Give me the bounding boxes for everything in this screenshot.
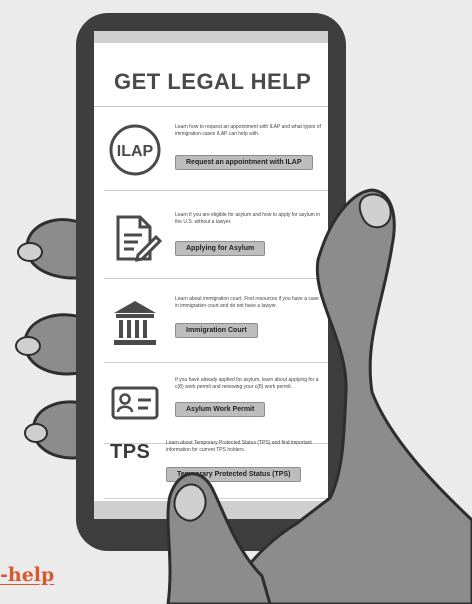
ilap-logo-text: ILAP: [117, 143, 154, 160]
document-pencil-icon: [116, 215, 162, 262]
item-description: Learn how to request an appointment with…: [175, 124, 321, 137]
list-item-asylum: Learn if you are eligible for asylum and…: [94, 199, 328, 279]
request-appointment-button[interactable]: Request an appointment with ILAP: [175, 155, 313, 170]
left-nail-top: [17, 242, 43, 262]
item-description: Learn about immigration court. Find reso…: [175, 296, 319, 309]
item-description: If you have already applied for asylum, …: [175, 377, 319, 390]
item-divider: [104, 190, 328, 191]
item-divider: [104, 498, 328, 499]
list-item-tps: TPS Learn about Temporary Protected Stat…: [94, 427, 328, 507]
immigration-court-button[interactable]: Immigration Court: [175, 323, 258, 338]
left-nail-middle: [15, 336, 41, 356]
illustration: n -help GET LEGAL HELP ILAP Learn how to…: [0, 0, 472, 604]
item-divider: [104, 278, 328, 279]
ilap-logo-icon: ILAP: [109, 124, 161, 176]
asylum-work-permit-button[interactable]: Asylum Work Permit: [175, 402, 266, 417]
page-title: GET LEGAL HELP: [114, 69, 312, 94]
phone-screen: GET LEGAL HELP ILAP Learn how to request…: [94, 31, 328, 519]
tps-text-icon: TPS: [110, 441, 151, 463]
applying-for-asylum-button[interactable]: Applying for Asylum: [175, 241, 266, 256]
courthouse-icon: [114, 301, 156, 345]
background-link-fragment[interactable]: -help: [0, 564, 54, 586]
item-description: Learn about Temporary Protected Status (…: [166, 440, 312, 453]
id-card-icon: [111, 386, 159, 420]
tps-button[interactable]: Temporary Protected Status (TPS): [166, 467, 302, 482]
title-divider: [94, 106, 328, 107]
list-item-court: Learn about immigration court. Find reso…: [94, 283, 328, 363]
item-divider: [104, 362, 328, 363]
right-finger-nail: [358, 193, 392, 229]
status-bar: [94, 31, 328, 43]
screen-bottom-bar: [94, 501, 328, 519]
item-description: Learn if you are eligible for asylum and…: [175, 212, 321, 225]
list-item-ilap: ILAP Learn how to request an appointment…: [94, 111, 328, 191]
left-nail-lower: [24, 423, 48, 443]
